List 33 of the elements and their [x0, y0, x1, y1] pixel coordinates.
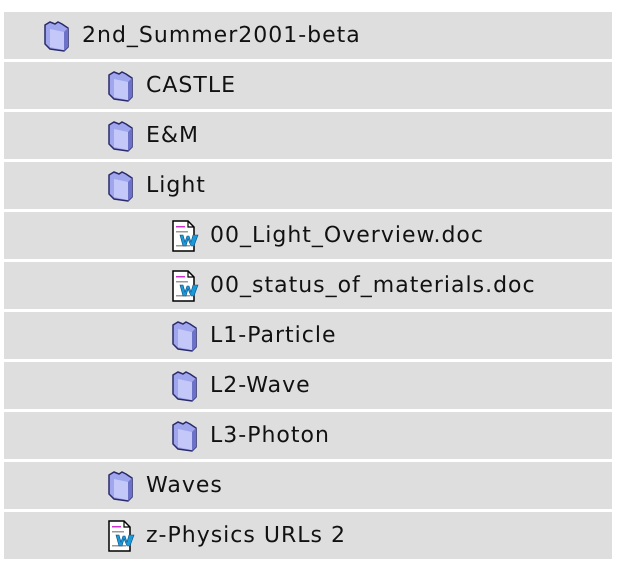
word-document-icon	[106, 520, 136, 552]
file-list-row[interactable]: E&M	[4, 112, 612, 162]
folder-icon	[106, 70, 136, 102]
file-list-row[interactable]: L1-Particle	[4, 312, 612, 362]
file-list-row[interactable]: L2-Wave	[4, 362, 612, 412]
word-document-icon	[170, 220, 200, 252]
file-name: L1-Particle	[210, 322, 336, 350]
file-list-row[interactable]: Light	[4, 162, 612, 212]
file-name: 2nd_Summer2001-beta	[82, 22, 361, 50]
folder-icon	[170, 370, 200, 402]
folder-icon	[106, 170, 136, 202]
file-name: CASTLE	[146, 72, 236, 100]
folder-icon	[170, 320, 200, 352]
file-list-row[interactable]: L3-Photon	[4, 412, 612, 462]
file-name: E&M	[146, 122, 200, 150]
folder-icon	[106, 470, 136, 502]
file-name: 00_status_of_materials.doc	[210, 272, 536, 300]
folder-icon	[106, 120, 136, 152]
file-name: Waves	[146, 472, 223, 500]
file-name: L3-Photon	[210, 422, 330, 450]
word-document-icon	[170, 270, 200, 302]
file-list-row[interactable]: Waves	[4, 462, 612, 512]
file-name: L2-Wave	[210, 372, 311, 400]
file-list-row[interactable]: 00_Light_Overview.doc	[4, 212, 612, 262]
folder-icon	[170, 420, 200, 452]
file-list-row[interactable]: CASTLE	[4, 62, 612, 112]
file-list-row[interactable]: 00_status_of_materials.doc	[4, 262, 612, 312]
file-list-row[interactable]: z-Physics URLs 2	[4, 512, 612, 561]
folder-icon	[42, 20, 72, 52]
file-name: z-Physics URLs 2	[146, 522, 346, 550]
file-name: 00_Light_Overview.doc	[210, 222, 484, 250]
file-name: Light	[146, 172, 206, 200]
file-list-row[interactable]: 2nd_Summer2001-beta	[4, 12, 612, 62]
